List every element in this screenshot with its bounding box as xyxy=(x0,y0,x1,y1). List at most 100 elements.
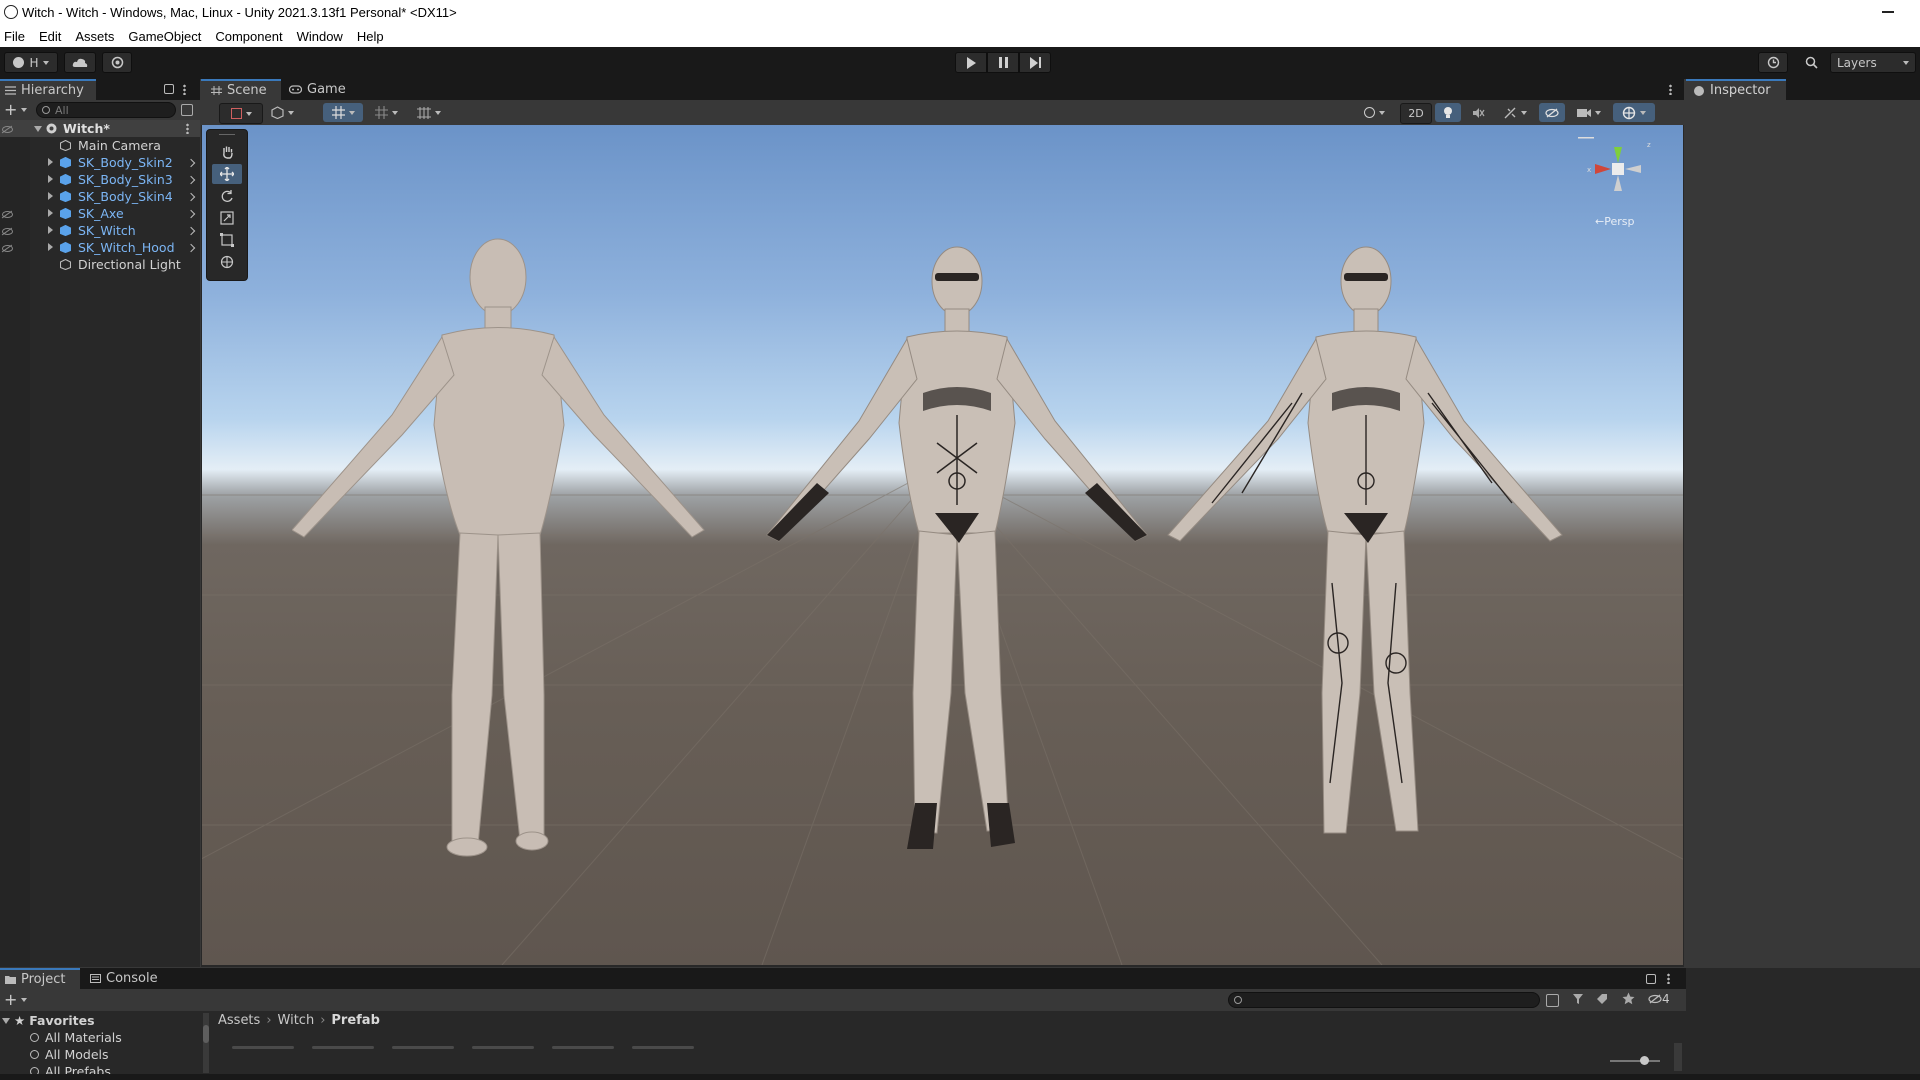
scene-orientation-gizmo[interactable]: x z ←Persp xyxy=(1573,133,1663,233)
expand-arrow-icon[interactable] xyxy=(34,126,42,132)
hierarchy-item[interactable]: SK_Body_Skin2 xyxy=(0,154,200,171)
hierarchy-item[interactable]: SK_Witch_Hood xyxy=(0,239,200,256)
asset-thumbnail[interactable] xyxy=(472,1046,534,1049)
increment-snap-dropdown[interactable] xyxy=(409,103,449,122)
hierarchy-search-input[interactable]: All xyxy=(36,102,176,118)
tab-game[interactable]: Game xyxy=(289,79,359,100)
camera-projection-label[interactable]: ←Persp xyxy=(1595,215,1634,228)
rect-tool-button[interactable] xyxy=(212,230,242,250)
shading-dropdown[interactable] xyxy=(1354,103,1394,122)
grid-toggle[interactable] xyxy=(323,103,363,122)
layers-dropdown[interactable]: Layers xyxy=(1830,52,1916,73)
hierarchy-item[interactable]: Directional Light xyxy=(0,256,200,273)
step-button[interactable] xyxy=(1019,52,1051,73)
expand-arrow-icon[interactable] xyxy=(48,192,53,200)
visibility-icon[interactable] xyxy=(2,126,13,133)
hand-tool-button[interactable] xyxy=(212,142,242,162)
thumbnail-size-slider[interactable] xyxy=(1610,1056,1660,1065)
breadcrumb-witch[interactable]: Witch xyxy=(278,1013,315,1028)
favorite-star-icon[interactable] xyxy=(1622,992,1635,1005)
create-button[interactable]: + xyxy=(4,102,30,118)
chevron-right-icon[interactable] xyxy=(186,158,196,168)
hierarchy-menu-icon[interactable] xyxy=(183,84,186,95)
gizmos-dropdown[interactable] xyxy=(1613,103,1655,122)
menu-component[interactable]: Component xyxy=(208,29,289,44)
menu-edit[interactable]: Edit xyxy=(32,29,68,44)
filter-type-icon[interactable] xyxy=(1572,993,1584,1005)
chevron-right-icon[interactable] xyxy=(186,175,196,185)
move-tool-button[interactable] xyxy=(212,164,242,184)
chevron-right-icon[interactable] xyxy=(186,226,196,236)
asset-thumbnail[interactable] xyxy=(392,1046,454,1049)
hierarchy-item[interactable]: SK_Body_Skin3 xyxy=(0,171,200,188)
chevron-right-icon[interactable] xyxy=(186,243,196,253)
favorites-scrollbar[interactable] xyxy=(203,1013,209,1073)
rotate-tool-button[interactable] xyxy=(212,186,242,206)
lock-icon[interactable] xyxy=(164,84,174,94)
assets-scrollbar[interactable] xyxy=(1674,1043,1682,1071)
menu-window[interactable]: Window xyxy=(290,29,350,44)
tab-console[interactable]: Console xyxy=(90,968,170,989)
menu-assets[interactable]: Assets xyxy=(68,29,121,44)
pause-button[interactable] xyxy=(987,52,1019,73)
search-by-type-icon[interactable] xyxy=(1546,994,1559,1007)
favorite-item[interactable]: All Materials xyxy=(30,1030,122,1045)
hidden-packages-toggle[interactable]: 4 xyxy=(1648,992,1670,1006)
expand-arrow-icon[interactable] xyxy=(48,175,53,183)
hierarchy-item[interactable]: SK_Witch xyxy=(0,222,200,239)
character-body-skin2[interactable] xyxy=(292,235,712,885)
expand-arrow-icon[interactable] xyxy=(48,209,53,217)
asset-thumbnail[interactable] xyxy=(312,1046,374,1049)
hierarchy-item[interactable]: Main Camera xyxy=(0,137,200,154)
project-create-button[interactable]: + xyxy=(4,992,30,1008)
expand-arrow-icon[interactable] xyxy=(48,243,53,251)
favorites-header[interactable]: ★ Favorites xyxy=(2,1013,95,1028)
search-button[interactable] xyxy=(1796,52,1826,73)
slider-knob[interactable] xyxy=(1640,1056,1649,1065)
tab-inspector[interactable]: Inspector xyxy=(1686,79,1786,100)
hidden-objects-toggle[interactable] xyxy=(1539,103,1565,122)
camera-settings-dropdown[interactable] xyxy=(1569,103,1609,122)
cloud-button[interactable] xyxy=(64,52,96,73)
toolstrip-handle[interactable] xyxy=(219,134,235,135)
chevron-right-icon[interactable] xyxy=(186,209,196,219)
menu-help[interactable]: Help xyxy=(350,29,391,44)
asset-thumbnail[interactable] xyxy=(632,1046,694,1049)
chevron-right-icon[interactable] xyxy=(186,192,196,202)
breadcrumb-prefab[interactable]: Prefab xyxy=(331,1013,380,1028)
menu-gameobject[interactable]: GameObject xyxy=(121,29,208,44)
play-button[interactable] xyxy=(955,52,987,73)
hierarchy-root-witch[interactable]: Witch* xyxy=(0,120,200,137)
asset-thumbnail[interactable] xyxy=(552,1046,614,1049)
undo-history-button[interactable] xyxy=(1758,52,1788,73)
account-dropdown[interactable]: H xyxy=(4,52,58,73)
scene-viewport[interactable]: x z ←Persp xyxy=(202,125,1683,965)
tab-scene[interactable]: Scene xyxy=(201,79,281,100)
expand-arrow-icon[interactable] xyxy=(48,158,53,166)
tag-icon[interactable] xyxy=(1596,993,1608,1005)
project-search-input[interactable] xyxy=(1228,992,1540,1008)
audio-toggle[interactable] xyxy=(1465,103,1491,122)
draw-mode-dropdown[interactable] xyxy=(219,103,263,124)
character-body-skin3[interactable] xyxy=(747,243,1167,883)
root-menu-icon[interactable] xyxy=(186,123,189,134)
render-mode-dropdown[interactable] xyxy=(263,103,301,122)
tab-project[interactable]: Project xyxy=(0,968,80,989)
toggle-2d-button[interactable]: 2D xyxy=(1400,103,1432,124)
scale-tool-button[interactable] xyxy=(212,208,242,228)
transform-tool-button[interactable] xyxy=(212,252,242,272)
minimize-button[interactable] xyxy=(1882,11,1894,13)
scene-search-icon[interactable] xyxy=(181,104,193,116)
hierarchy-item[interactable]: SK_Axe xyxy=(0,205,200,222)
asset-thumbnail[interactable] xyxy=(232,1046,294,1049)
project-menu-icon[interactable] xyxy=(1667,973,1670,984)
lighting-toggle[interactable] xyxy=(1435,103,1461,122)
menu-file[interactable]: File xyxy=(0,29,32,44)
hidden-eye-icon[interactable] xyxy=(2,245,13,252)
expand-arrow-icon[interactable] xyxy=(48,226,53,234)
hierarchy-item[interactable]: SK_Body_Skin4 xyxy=(0,188,200,205)
breadcrumb-assets[interactable]: Assets xyxy=(218,1013,260,1028)
hidden-eye-icon[interactable] xyxy=(2,228,13,235)
favorite-item[interactable]: All Models xyxy=(30,1047,109,1062)
snap-dropdown[interactable] xyxy=(367,103,405,122)
